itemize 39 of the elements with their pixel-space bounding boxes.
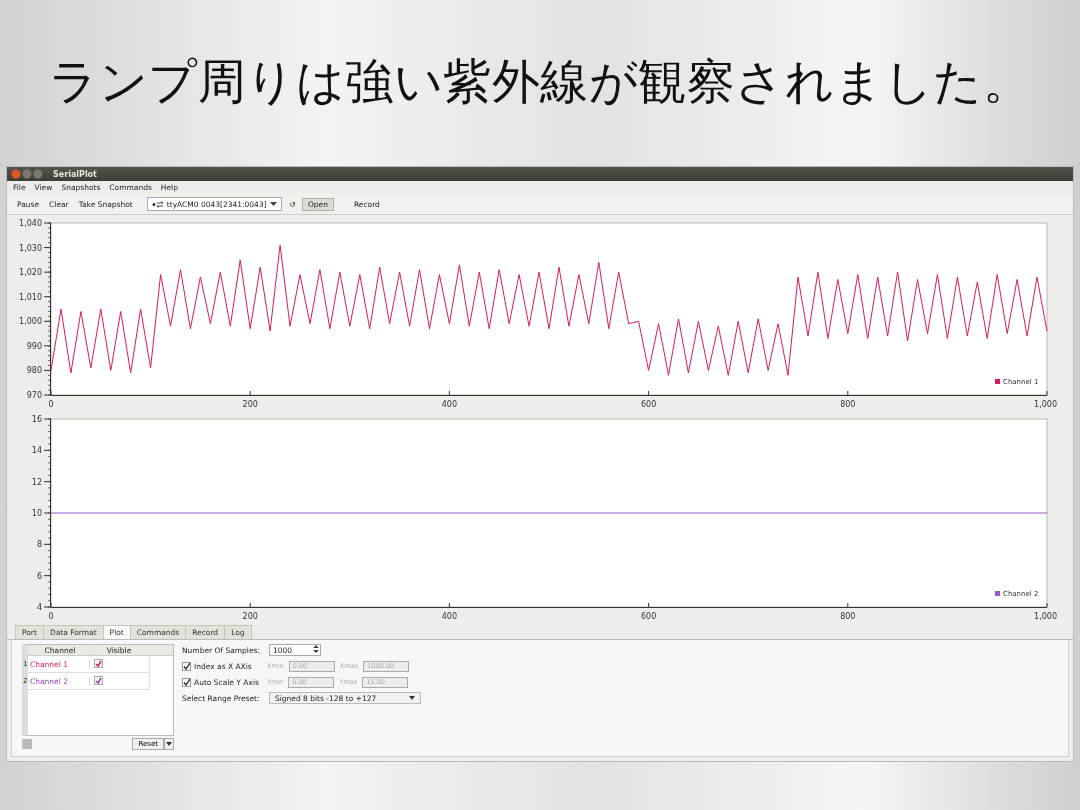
axis-label: 400 — [441, 612, 458, 621]
axis-label: 970 — [26, 391, 42, 400]
axis-label: 4 — [36, 603, 42, 612]
axis-label: 980 — [26, 366, 42, 376]
window-title: SerialPlot — [53, 169, 97, 179]
axis-label: 400 — [441, 400, 458, 409]
axis-label: 14 — [31, 446, 42, 456]
reset-menu-button[interactable] — [164, 738, 174, 750]
axis-label: 10 — [31, 509, 42, 518]
axis-label: 800 — [840, 400, 856, 409]
axis-label: 200 — [242, 400, 258, 409]
axis-label: 200 — [242, 612, 258, 621]
axis-label: 1,030 — [19, 243, 42, 253]
spin-arrows-icon[interactable] — [313, 644, 319, 654]
axis-label: 990 — [26, 341, 42, 351]
caret-icon — [409, 696, 415, 700]
axis-label: 1,020 — [19, 268, 42, 278]
legend-swatch-icon — [995, 379, 1000, 384]
axis-label: 800 — [840, 612, 856, 621]
axis-label: 1,000 — [19, 317, 42, 327]
slide-title: ランプ周りは強い紫外線が観察されました。 — [49, 52, 1031, 111]
axis-label: 16 — [31, 415, 42, 424]
axis-label: 600 — [640, 400, 657, 409]
axis-label: 0 — [48, 400, 54, 409]
usb-icon — [151, 200, 164, 208]
caret-icon — [166, 742, 172, 746]
grip-icon[interactable] — [22, 739, 32, 749]
axis-label: 1,000 — [1034, 400, 1057, 409]
legend-swatch-icon — [995, 591, 1000, 596]
window-controls-icon[interactable] — [11, 169, 45, 179]
axis-label: 12 — [31, 477, 42, 487]
axis-label: 1,000 — [1034, 612, 1057, 621]
axis-label: 600 — [640, 612, 657, 621]
axis-label: 1,040 — [19, 219, 42, 228]
axis-label: 6 — [36, 571, 42, 581]
axis-label: 1,010 — [19, 292, 42, 302]
axis-label: 0 — [48, 612, 54, 621]
axis-label: 8 — [36, 540, 42, 550]
caret-icon — [269, 202, 277, 206]
